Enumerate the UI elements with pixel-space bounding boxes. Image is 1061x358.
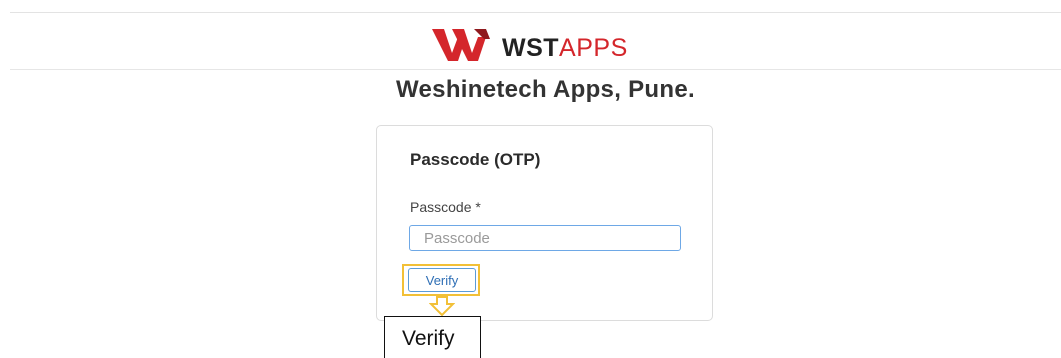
top-divider [10,12,1061,13]
passcode-label: Passcode * [410,199,481,215]
logo-text-light: APPS [559,33,628,62]
callout-text: Verify [402,327,455,350]
passcode-input[interactable] [409,225,681,251]
logo-text-bold: WST [502,33,560,62]
company-name: Weshinetech Apps, Pune. [396,76,695,103]
arrow-down-icon [429,296,455,316]
logo-wordmark: WSTAPPS [502,30,628,61]
wstapps-logo: WSTAPPS [430,23,628,67]
w-logo-icon [432,29,490,61]
page: WSTAPPS Weshinetech Apps, Pune. Passcode… [0,0,1061,358]
verify-button[interactable]: Verify [408,268,476,292]
card-title: Passcode (OTP) [410,150,541,169]
header-divider [10,69,1061,70]
verify-callout: Verify [384,316,481,358]
